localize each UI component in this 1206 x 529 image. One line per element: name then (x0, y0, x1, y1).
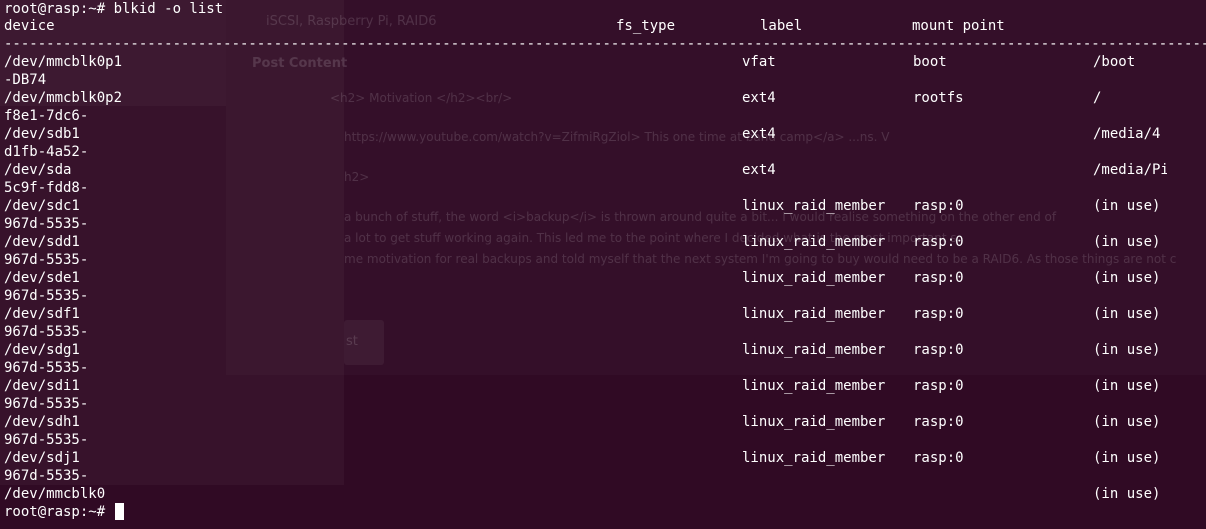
header-mount-point: mount point (912, 18, 1005, 34)
row-device: /dev/sdf1 (4, 306, 80, 322)
text-cursor (114, 503, 124, 520)
background-window-button-label: st (346, 334, 358, 349)
prompt-line[interactable]: root@rasp:~# (4, 503, 124, 521)
row-fs-type: ext4 (742, 162, 776, 178)
row-fs-type: linux_raid_member (742, 234, 886, 250)
row-fs-type: ext4 (742, 126, 776, 142)
row-mount-point: / (1093, 90, 1102, 106)
background-window-line-3: h2> (344, 170, 370, 184)
row-fs-type: linux_raid_member (742, 450, 886, 466)
header-fs-type: fs_type (616, 18, 676, 34)
row-uuid-fragment: 967d-5535- (4, 252, 89, 268)
row-fs-type: linux_raid_member (742, 414, 886, 430)
row-uuid-fragment: 967d-5535- (4, 396, 89, 412)
row-fs-type: vfat (742, 54, 776, 70)
row-uuid-fragment: 967d-5535- (4, 468, 89, 484)
row-mount-point: (in use) (1093, 414, 1161, 430)
terminal-window[interactable]: iSCSI, Raspberry Pi, RAID6 Post Content … (0, 0, 1206, 529)
row-label: rasp:0 (913, 234, 964, 250)
row-uuid-fragment: -DB74 (4, 72, 47, 88)
row-uuid-fragment: 967d-5535- (4, 216, 89, 232)
row-mount-point: /media/Pi (1093, 162, 1167, 178)
row-label: rasp:0 (913, 306, 964, 322)
row-label: rasp:0 (913, 342, 964, 358)
row-uuid-fragment: 967d-5535- (4, 324, 89, 340)
row-device: /dev/sdh1 (4, 414, 80, 430)
row-label: rasp:0 (913, 414, 964, 430)
row-mount-point: (in use) (1093, 486, 1161, 502)
row-uuid-fragment: 967d-5535- (4, 432, 89, 448)
row-device: /dev/mmcblk0 (4, 486, 106, 502)
background-window-line-2: https://www.youtube.com/watch?v=ZifmiRgZ… (344, 130, 890, 144)
row-label: rasp:0 (913, 198, 964, 214)
row-mount-point: (in use) (1093, 378, 1161, 394)
row-label: rasp:0 (913, 378, 964, 394)
background-window-button: st (344, 320, 384, 365)
command-line: root@rasp:~# blkid -o list (4, 1, 224, 17)
background-window-title: iSCSI, Raspberry Pi, RAID6 (266, 14, 437, 29)
row-mount-point: /boot (1093, 54, 1136, 70)
row-device: /dev/mmcblk0p1 (4, 54, 123, 70)
row-label: rasp:0 (913, 450, 964, 466)
background-window-editor: iSCSI, Raspberry Pi, RAID6 Post Content … (226, 0, 1206, 375)
row-fs-type: linux_raid_member (742, 306, 886, 322)
prompt: root@rasp:~# (4, 504, 114, 520)
row-device: /dev/sdi1 (4, 378, 80, 394)
background-window-section: Post Content (252, 56, 348, 71)
row-label: rootfs (913, 90, 964, 106)
header-label: label (760, 18, 803, 34)
row-mount-point: (in use) (1093, 306, 1161, 322)
row-label: rasp:0 (913, 270, 964, 286)
row-mount-point: (in use) (1093, 198, 1161, 214)
row-device: /dev/sdj1 (4, 450, 80, 466)
row-uuid-fragment: 5c9f-fdd8- (4, 180, 89, 196)
row-mount-point: (in use) (1093, 450, 1161, 466)
row-mount-point: (in use) (1093, 234, 1161, 250)
row-fs-type: linux_raid_member (742, 342, 886, 358)
row-fs-type: linux_raid_member (742, 198, 886, 214)
header-device: device (4, 18, 55, 34)
row-device: /dev/sda (4, 162, 72, 178)
row-mount-point: (in use) (1093, 342, 1161, 358)
header-separator: ----------------------------------------… (4, 36, 1206, 52)
row-device: /dev/sdg1 (4, 342, 80, 358)
row-mount-point: (in use) (1093, 270, 1161, 286)
row-uuid-fragment: 967d-5535- (4, 360, 89, 376)
row-device: /dev/sde1 (4, 270, 80, 286)
row-device: /dev/sdb1 (4, 126, 80, 142)
row-device: /dev/sdc1 (4, 198, 80, 214)
row-uuid-fragment: f8e1-7dc6- (4, 108, 89, 124)
row-mount-point: /media/4 (1093, 126, 1161, 142)
row-device: /dev/mmcblk0p2 (4, 90, 123, 106)
row-fs-type: ext4 (742, 90, 776, 106)
row-fs-type: linux_raid_member (742, 270, 886, 286)
background-window-line-6: me motivation for real backups and told … (344, 252, 1177, 266)
row-label: boot (913, 54, 947, 70)
background-window-line-1: <h2> Motivation </h2><br/> (330, 91, 513, 105)
row-uuid-fragment: 967d-5535- (4, 288, 89, 304)
row-uuid-fragment: d1fb-4a52- (4, 144, 89, 160)
row-fs-type: linux_raid_member (742, 378, 886, 394)
row-device: /dev/sdd1 (4, 234, 80, 250)
